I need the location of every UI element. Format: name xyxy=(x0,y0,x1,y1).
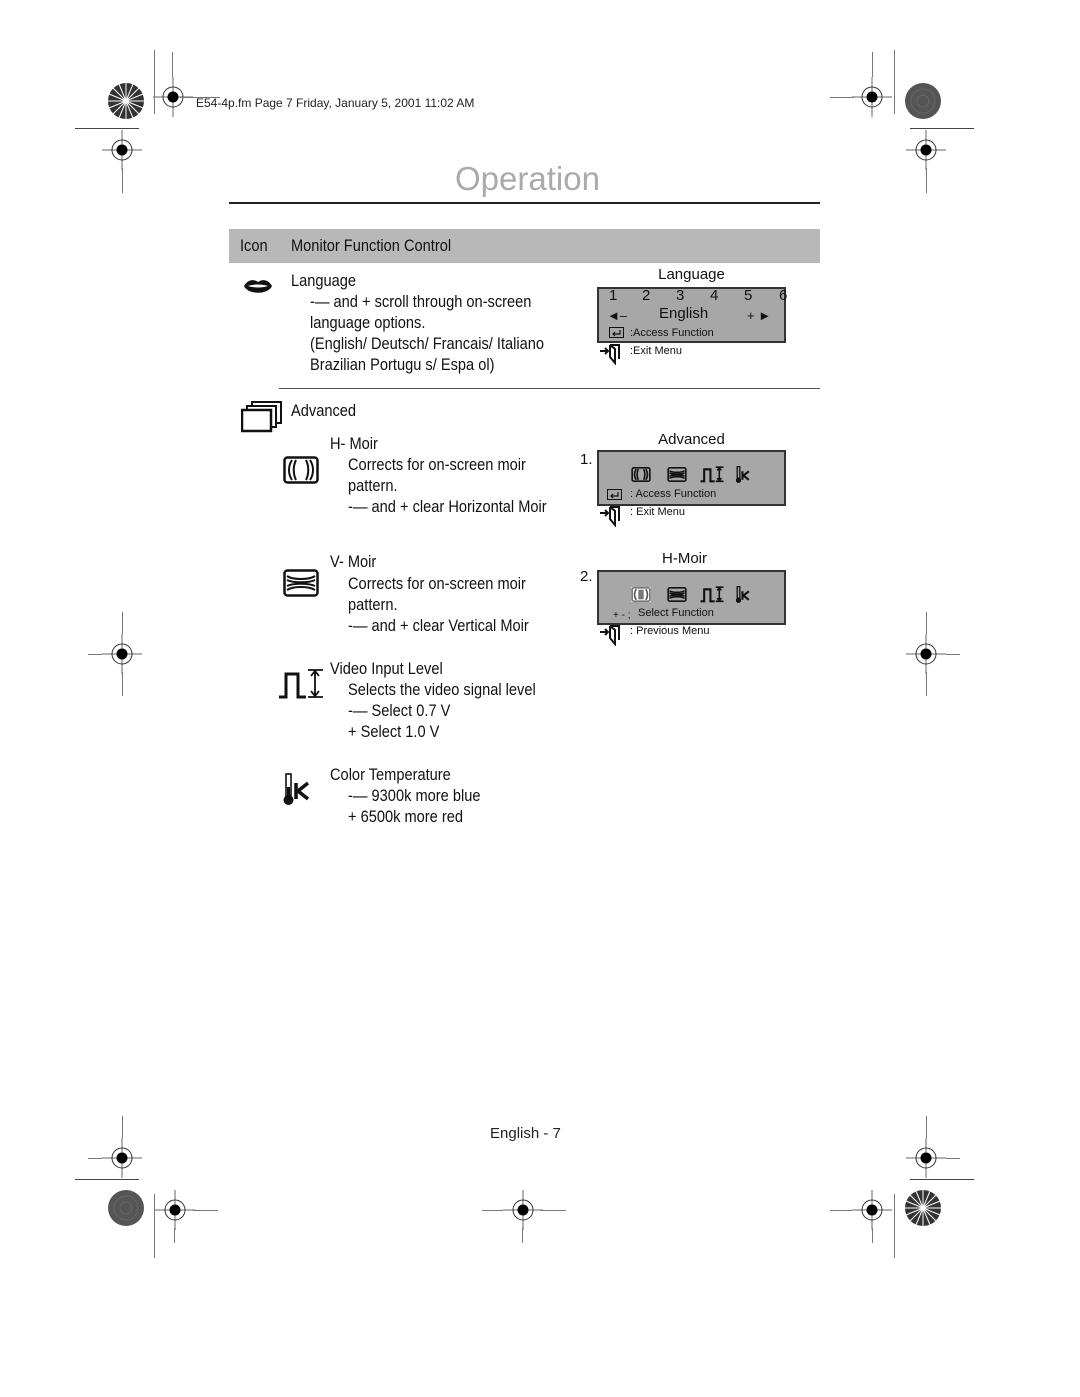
osd-language-number[interactable]: 2 xyxy=(642,287,650,304)
osd-decrease-control[interactable]: ◄– xyxy=(607,308,627,323)
item-description-line: -— and + clear Horizontal Moir xyxy=(348,497,547,516)
h-moire-icon[interactable] xyxy=(631,467,651,482)
video-level-icon[interactable] xyxy=(700,586,724,603)
item-title: Color Temperature xyxy=(330,765,451,784)
osd-language-number[interactable]: 1 xyxy=(609,287,617,304)
item-description-line: pattern. xyxy=(348,595,398,614)
osd-language-number[interactable]: 5 xyxy=(744,287,752,304)
thermometer-k-icon[interactable] xyxy=(735,466,751,484)
crosshair-mark-icon xyxy=(906,130,946,170)
exit-door-icon xyxy=(600,625,620,646)
crosshair-mark-icon xyxy=(503,1190,543,1230)
advanced-heading: Advanced xyxy=(291,401,357,420)
h-moire-icon-highlighted[interactable] xyxy=(631,587,651,602)
item-title: H- Moir xyxy=(330,434,378,453)
icon-column-header: Icon xyxy=(240,236,268,255)
osd-language-number[interactable]: 6 xyxy=(779,287,787,304)
language-description-line: Brazilian Portugu s/ Espa ol) xyxy=(310,355,495,374)
crop-mark xyxy=(75,1179,139,1180)
osd-step-number: 2. xyxy=(580,568,593,585)
enter-key-icon xyxy=(607,489,622,500)
item-description-line: -— and + clear Vertical Moir xyxy=(348,616,529,635)
crop-mark xyxy=(75,128,139,129)
previous-menu-label: : Previous Menu xyxy=(630,625,710,637)
crop-mark xyxy=(894,1194,895,1258)
crosshair-mark-icon xyxy=(852,77,892,117)
v-moire-icon xyxy=(283,569,319,597)
section-divider xyxy=(279,388,820,389)
osd-language-number[interactable]: 3 xyxy=(676,287,684,304)
osd-language-value: English xyxy=(659,305,709,322)
disc-mark-icon xyxy=(905,83,941,119)
item-title: V- Moir xyxy=(330,552,377,571)
item-title: Video Input Level xyxy=(330,659,443,678)
disc-mark-icon xyxy=(108,1190,144,1226)
starburst-mark-icon xyxy=(905,1190,941,1226)
item-description-line: -— 9300k more blue xyxy=(348,786,481,805)
language-description-line: (English/ Deutsch/ Francais/ Italiano xyxy=(310,334,545,353)
control-column-header: Monitor Function Control xyxy=(291,236,452,255)
osd-language-number[interactable]: 4 xyxy=(710,287,718,304)
lips-icon xyxy=(244,280,272,293)
osd-increase-control[interactable]: + ► xyxy=(747,308,771,323)
item-description-line: Corrects for on-screen moir xyxy=(348,574,526,593)
crosshair-mark-icon xyxy=(102,634,142,674)
video-level-icon[interactable] xyxy=(700,466,724,483)
access-function-label: :Access Function xyxy=(630,327,714,339)
h-moire-icon xyxy=(283,456,319,484)
v-moire-icon[interactable] xyxy=(667,467,687,482)
item-description-line: -— Select 0.7 V xyxy=(348,701,451,720)
exit-door-icon xyxy=(600,506,620,527)
crosshair-mark-icon xyxy=(906,1138,946,1178)
osd-title: Language xyxy=(658,266,725,283)
page-title: Operation xyxy=(455,160,600,197)
crop-mark xyxy=(910,128,974,129)
crosshair-mark-icon xyxy=(102,130,142,170)
access-function-label: : Access Function xyxy=(630,488,717,500)
item-description-line: + 6500k more red xyxy=(348,807,463,826)
item-description-line: + Select 1.0 V xyxy=(348,722,440,741)
exit-door-icon xyxy=(600,344,620,365)
plus-minus-keys: + - ; xyxy=(613,610,631,621)
thermometer-k-icon[interactable] xyxy=(735,586,751,604)
select-function-label: Select Function xyxy=(638,607,714,619)
item-description-line: Selects the video signal level xyxy=(348,680,536,699)
item-description-line: Corrects for on-screen moir xyxy=(348,455,526,474)
starburst-mark-icon xyxy=(108,83,144,119)
osd-step-number: 1. xyxy=(580,451,593,468)
crop-mark xyxy=(154,50,155,114)
enter-key-icon xyxy=(609,327,624,338)
language-description-line: -— and + scroll through on-screen xyxy=(310,292,532,311)
thermometer-k-icon xyxy=(283,773,310,805)
osd-title: Advanced xyxy=(658,431,725,448)
exit-menu-label: :Exit Menu xyxy=(630,345,682,357)
language-heading: Language xyxy=(291,271,357,290)
item-description-line: pattern. xyxy=(348,476,398,495)
exit-menu-label: : Exit Menu xyxy=(630,506,686,518)
language-description-line: language options. xyxy=(310,313,426,332)
page-footer: English - 7 xyxy=(490,1125,561,1142)
crop-mark xyxy=(154,1194,155,1258)
stacked-windows-icon xyxy=(241,401,282,433)
v-moire-icon[interactable] xyxy=(667,587,687,602)
title-divider xyxy=(229,202,820,204)
crop-mark xyxy=(910,1179,974,1180)
print-header: E54-4p.fm Page 7 Friday, January 5, 2001… xyxy=(196,96,475,110)
crosshair-mark-icon xyxy=(852,1190,892,1230)
osd-title: H-Moir xyxy=(662,550,707,567)
crosshair-mark-icon xyxy=(102,1138,142,1178)
crosshair-mark-icon xyxy=(155,1190,195,1230)
crop-mark xyxy=(894,50,895,114)
video-level-icon xyxy=(279,669,323,699)
crosshair-mark-icon xyxy=(906,634,946,674)
